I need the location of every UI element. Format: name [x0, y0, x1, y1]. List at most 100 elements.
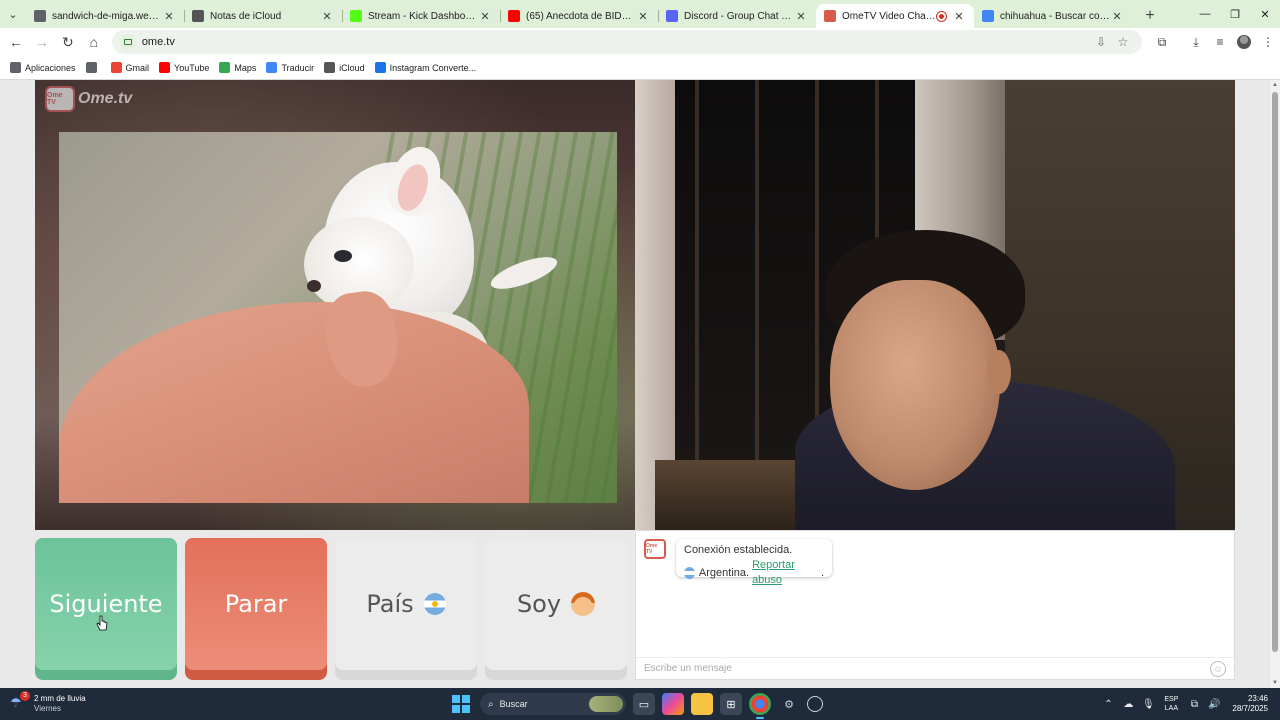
browser-tab[interactable]: Stream - Kick Dashboard ✕: [342, 4, 500, 28]
browser-tab[interactable]: Discord - Group Chat That's All...✕: [658, 4, 816, 28]
forward-icon[interactable]: →: [30, 30, 54, 54]
chat-message-input[interactable]: [644, 659, 1210, 678]
bookmark-item[interactable]: Traducir: [266, 62, 314, 73]
ometv-logo[interactable]: Ome TV Ome.tv: [45, 86, 132, 112]
tab-search-chevron-icon[interactable]: ⌄: [0, 0, 26, 28]
tab-close-icon[interactable]: ✕: [952, 10, 966, 23]
file-explorer-icon[interactable]: [691, 693, 713, 715]
restore-icon[interactable]: ❐: [1220, 0, 1250, 28]
bookmark-item[interactable]: Maps: [219, 62, 256, 73]
report-suffix: .: [820, 566, 824, 579]
browser-tab[interactable]: (65) Anecdota de BIDÓN y Pen...✕: [500, 4, 658, 28]
tab-title: Discord - Group Chat That's All...: [684, 10, 794, 22]
browser-tab[interactable]: OmeTV Video Chat — Ome... ✕: [816, 4, 974, 28]
emoji-icon[interactable]: ☺: [1210, 660, 1226, 677]
tab-close-icon[interactable]: ✕: [1110, 10, 1124, 23]
weather-widget[interactable]: ☂ 3 2 mm de lluvia Viernes: [10, 691, 210, 714]
tab-close-icon[interactable]: ✕: [794, 10, 808, 23]
bookmark-item[interactable]: Aplicaciones: [10, 62, 76, 73]
tab-close-icon[interactable]: ✕: [636, 10, 650, 23]
bookmark-label: iCloud: [339, 62, 365, 73]
new-tab-button[interactable]: +: [1138, 4, 1162, 28]
keyboard-layout: LAA: [1164, 705, 1179, 712]
stop-button[interactable]: Parar: [185, 538, 327, 680]
ometv-chat-logo-icon: Ome TV: [644, 539, 666, 559]
system-message: Conexión establecida. Argentina. Reporta…: [676, 539, 832, 586]
tab-close-icon[interactable]: ✕: [478, 10, 492, 23]
cloud-sync-icon[interactable]: ☁: [1118, 694, 1138, 714]
chrome-icon[interactable]: [749, 693, 771, 719]
extensions-icon[interactable]: ⧉: [1150, 30, 1174, 54]
browser-tab-strip: ⌄ sandwich-de-miga.webp (1200×...✕Notas …: [0, 0, 1280, 28]
browser-tab[interactable]: Notas de iCloud ✕: [184, 4, 342, 28]
report-abuse-link[interactable]: Reportar abuso: [752, 558, 821, 588]
scroll-up-icon[interactable]: ▲: [1270, 80, 1280, 90]
argentina-flag-icon: [423, 593, 446, 615]
back-icon[interactable]: ←: [4, 30, 28, 54]
copilot-icon[interactable]: [662, 693, 684, 715]
windows-start-icon[interactable]: [452, 695, 470, 713]
microsoft-store-icon[interactable]: ⊞: [720, 693, 742, 715]
recorder-app-icon[interactable]: [807, 696, 823, 712]
country-button[interactable]: País: [335, 538, 477, 680]
youtube-icon: [508, 10, 520, 22]
bookmark-item[interactable]: YouTube: [159, 62, 209, 73]
language-indicator[interactable]: ESP LAA: [1164, 695, 1178, 713]
bookmark-item[interactable]: Gmail: [110, 62, 149, 73]
settings-gear-icon[interactable]: ⚙: [778, 693, 800, 715]
task-view-icon[interactable]: ▭: [633, 693, 655, 715]
system-clock[interactable]: 23:46 28/7/2025: [1232, 694, 1268, 714]
menu-kebab-icon[interactable]: ⋮: [1256, 30, 1280, 54]
browser-tab[interactable]: chihuahua - Buscar con Google✕: [974, 4, 1132, 28]
taskbar-search[interactable]: ⌕ Buscar: [480, 693, 626, 715]
chihuahua-photo: [59, 132, 617, 503]
next-button-label: Siguiente: [49, 590, 163, 618]
kick-icon: [350, 10, 362, 22]
microphone-icon[interactable]: 🎙: [1138, 694, 1158, 714]
search-highlight-image: [589, 696, 623, 712]
next-button[interactable]: Siguiente: [35, 538, 177, 680]
address-bar[interactable]: ome.tv ⇩ ☆: [111, 30, 1142, 54]
scrollbar-thumb[interactable]: [1272, 92, 1278, 652]
bookmarks-bar: Aplicaciones Gmail YouTube Maps Traducir iClo…: [0, 56, 1280, 80]
ometv-logo-text: Ome.tv: [78, 90, 133, 107]
boy-emoji-icon: [571, 592, 596, 616]
downloads-icon[interactable]: ⤓: [1184, 30, 1208, 54]
browser-toolbar: ← → ↻ ⌂ ome.tv ⇩ ☆ ⧉ ⤓ ≡ ⋮: [0, 28, 1280, 56]
show-hidden-icons-chevron-icon[interactable]: ⌃: [1098, 694, 1118, 714]
home-icon[interactable]: ⌂: [82, 30, 106, 54]
tab-close-icon[interactable]: ✕: [162, 10, 176, 23]
bookmark-label: Traducir: [281, 62, 315, 73]
volume-icon[interactable]: 🔊: [1204, 694, 1224, 714]
image-icon: [34, 10, 46, 22]
install-app-icon[interactable]: ⇩: [1090, 32, 1112, 52]
download-icon: [374, 62, 386, 73]
tab-title: sandwich-de-miga.webp (1200×...: [52, 10, 162, 22]
camera-in-use-icon[interactable]: [119, 34, 136, 50]
bookmark-label: Maps: [234, 62, 257, 73]
weather-notification-badge: 3: [20, 691, 30, 701]
minimize-icon[interactable]: —: [1190, 0, 1220, 28]
connection-status-text: Conexión establecida.: [684, 544, 793, 556]
partner-country-text: Argentina.: [698, 566, 750, 579]
maps-icon: [219, 62, 231, 73]
close-window-icon[interactable]: ✕: [1250, 0, 1280, 28]
reload-icon[interactable]: ↻: [56, 30, 80, 54]
bookmark-star-icon[interactable]: ☆: [1112, 32, 1134, 52]
weather-text: 2 mm de lluvia: [34, 694, 86, 703]
network-icon[interactable]: ⧉: [1184, 694, 1204, 714]
gender-button[interactable]: Soy: [485, 538, 627, 680]
scroll-down-icon[interactable]: ▼: [1270, 678, 1280, 688]
ometv-logo-icon: Ome TV: [45, 86, 75, 112]
reading-list-icon[interactable]: ≡: [1208, 30, 1232, 54]
translate-icon: [266, 62, 278, 73]
bookmark-item[interactable]: iCloud: [324, 62, 365, 73]
tab-close-icon[interactable]: ✕: [320, 10, 334, 23]
country-button-label: País: [366, 590, 414, 618]
bookmark-item[interactable]: [85, 62, 101, 73]
page-scrollbar[interactable]: ▲ ▼: [1270, 80, 1280, 688]
profile-avatar[interactable]: [1232, 30, 1256, 54]
browser-tab[interactable]: sandwich-de-miga.webp (1200×...✕: [26, 4, 184, 28]
bookmark-item[interactable]: Instagram Converte...: [374, 62, 476, 73]
ometv-icon: [824, 10, 836, 22]
